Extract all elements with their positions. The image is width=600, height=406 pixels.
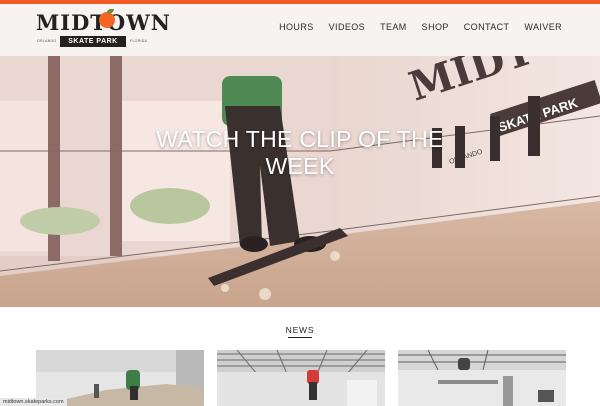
nav-hours[interactable]: HOURS [279, 22, 314, 32]
news-underline [288, 337, 312, 338]
news-image-2 [217, 350, 385, 406]
logo-sub-right: FLORIDA [130, 39, 148, 43]
news-image-3 [398, 350, 566, 406]
main-nav: HOURS VIDEOS TEAM SHOP CONTACT WAIVER [279, 22, 562, 32]
nav-videos[interactable]: VIDEOS [329, 22, 365, 32]
nav-contact[interactable]: CONTACT [464, 22, 510, 32]
logo-banner: SKATE PARK [60, 36, 126, 47]
site-header: MIDTOWN ORLANDO SKATE PARK FLORIDA HOURS… [0, 4, 600, 56]
hero-image: MIDT SKATE PARK ORLANDO [0, 56, 600, 307]
news-thumbnail-3[interactable] [398, 350, 566, 406]
midtown-logo[interactable]: MIDTOWN ORLANDO SKATE PARK FLORIDA [36, 9, 170, 50]
status-bar-url: midtown.skateparks.com [0, 398, 67, 406]
orange-dot-icon [99, 12, 115, 28]
nav-shop[interactable]: SHOP [422, 22, 449, 32]
nav-team[interactable]: TEAM [380, 22, 407, 32]
news-thumbnail-2[interactable] [217, 350, 385, 406]
news-heading: NEWS [285, 325, 315, 335]
hero-title[interactable]: WATCH THE CLIP OF THE WEEK [150, 126, 450, 180]
hero-video[interactable]: MIDT SKATE PARK ORLANDO WATCH THE CLIP O… [0, 56, 600, 307]
logo-sub-left: ORLANDO [37, 39, 57, 43]
nav-waiver[interactable]: WAIVER [524, 22, 562, 32]
